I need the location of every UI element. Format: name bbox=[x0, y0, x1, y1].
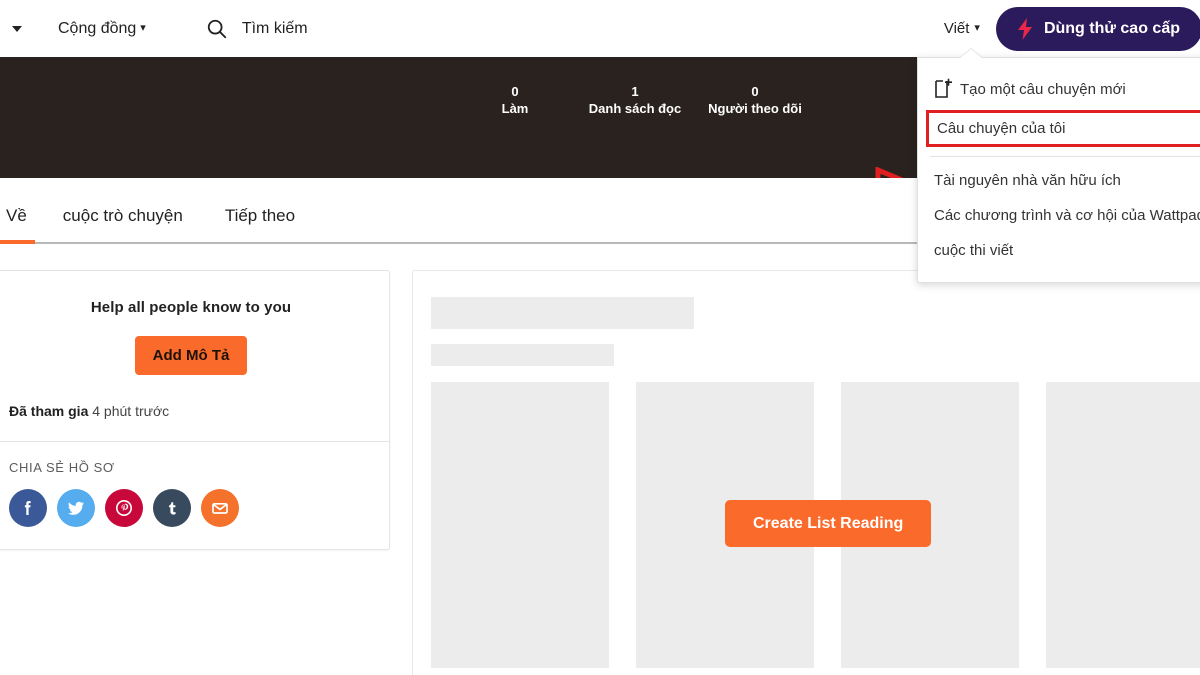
tab-following[interactable]: Tiếp theo bbox=[225, 206, 295, 242]
write-dropdown-menu: Tạo một câu chuyện mới Câu chuyện của tô… bbox=[917, 49, 1200, 283]
dropdown-divider bbox=[930, 156, 1200, 157]
pinterest-icon bbox=[116, 500, 132, 516]
nav-right-group: Viết ▾ Dùng thử cao cấp bbox=[944, 6, 1200, 51]
skeleton-cover-4 bbox=[1046, 382, 1200, 668]
nav-item-write[interactable]: Viết ▾ bbox=[944, 20, 980, 37]
chevron-down-icon: ▾ bbox=[140, 22, 146, 34]
menu-item-new-story[interactable]: Tạo một câu chuyện mới bbox=[918, 68, 1200, 108]
bolt-icon bbox=[1017, 17, 1032, 40]
tumblr-icon bbox=[169, 502, 176, 515]
menu-item-programs-opportunities[interactable]: Các chương trình và cơ hội của Wattpad bbox=[918, 198, 1200, 233]
about-card-top: Help all people know to you Add Mô Tả bbox=[0, 271, 389, 395]
dropdown-notch-icon bbox=[960, 49, 982, 58]
premium-trial-label: Dùng thử cao cấp bbox=[1043, 19, 1180, 37]
stat-reading-lists-value: 1 bbox=[631, 84, 639, 99]
new-page-plus-icon bbox=[935, 78, 952, 98]
skeleton-subtitle-block bbox=[431, 344, 614, 366]
reading-lists-card: Create List Reading bbox=[412, 270, 1200, 675]
share-email-button[interactable] bbox=[201, 489, 239, 527]
page-root: Cộng đồng ▾ Tìm kiếm Viết ▾ Dùng thử cao… bbox=[0, 0, 1200, 675]
share-profile-block: CHIA SẺ HỒ SƠ bbox=[0, 442, 389, 549]
twitter-icon bbox=[68, 501, 84, 515]
share-icon-list bbox=[9, 489, 373, 527]
menu-item-writing-contests[interactable]: cuộc thi viết bbox=[918, 233, 1200, 268]
stat-works-value: 0 bbox=[511, 84, 519, 99]
stat-reading-lists[interactable]: 1 Danh sách đọc bbox=[575, 83, 695, 117]
menu-item-my-stories-wrapper: Câu chuyện của tôi bbox=[926, 110, 1200, 147]
share-facebook-button[interactable] bbox=[9, 489, 47, 527]
chevron-down-icon: ▾ bbox=[974, 22, 980, 34]
stat-followers[interactable]: 0 Người theo dõi bbox=[695, 83, 815, 117]
tab-conversations[interactable]: cuộc trò chuyện bbox=[63, 206, 183, 242]
nav-community-label: Cộng đồng bbox=[58, 19, 137, 37]
profile-about-card: Help all people know to you Add Mô Tả Đã… bbox=[0, 270, 390, 550]
chevron-down-icon bbox=[12, 25, 22, 32]
share-twitter-button[interactable] bbox=[57, 489, 95, 527]
search-icon bbox=[207, 19, 226, 38]
joined-label: Đã tham gia bbox=[9, 403, 89, 419]
add-description-button[interactable]: Add Mô Tả bbox=[134, 336, 248, 375]
menu-item-new-story-label: Tạo một câu chuyện mới bbox=[960, 80, 1126, 98]
skeleton-title-block bbox=[431, 297, 694, 329]
stat-followers-label: Người theo dõi bbox=[708, 101, 802, 116]
nav-search-label: Tìm kiếm bbox=[241, 19, 308, 37]
share-pinterest-button[interactable] bbox=[105, 489, 143, 527]
menu-item-my-stories[interactable]: Câu chuyện của tôi bbox=[926, 110, 1200, 147]
stat-works-label: Làm bbox=[501, 101, 529, 116]
top-navigation-bar: Cộng đồng ▾ Tìm kiếm Viết ▾ Dùng thử cao… bbox=[0, 0, 1200, 57]
menu-item-writer-resources[interactable]: Tài nguyên nhà văn hữu ích bbox=[918, 163, 1200, 198]
nav-collapse-caret[interactable] bbox=[6, 18, 28, 40]
skeleton-cover-1 bbox=[431, 382, 609, 668]
profile-body: Help all people know to you Add Mô Tả Đã… bbox=[0, 246, 1200, 675]
tab-about[interactable]: Về bbox=[0, 206, 35, 244]
premium-trial-button[interactable]: Dùng thử cao cấp bbox=[995, 6, 1200, 51]
nav-item-search[interactable]: Tìm kiếm bbox=[206, 18, 308, 40]
share-tumblr-button[interactable] bbox=[153, 489, 191, 527]
stat-reading-lists-label: Danh sách đọc bbox=[588, 101, 682, 116]
email-icon bbox=[212, 502, 228, 514]
profile-stats: 0 Làm 1 Danh sách đọc 0 Người theo dõi bbox=[455, 83, 815, 117]
create-reading-list-button[interactable]: Create List Reading bbox=[725, 500, 932, 547]
stat-followers-value: 0 bbox=[751, 84, 759, 99]
nav-write-label: Viết bbox=[943, 20, 970, 37]
about-help-text: Help all people know to you bbox=[90, 299, 292, 316]
joined-row: Đã tham gia 4 phút trước bbox=[0, 395, 389, 441]
stat-works[interactable]: 0 Làm bbox=[455, 83, 575, 117]
share-profile-title: CHIA SẺ HỒ SƠ bbox=[9, 460, 115, 475]
facebook-icon bbox=[24, 501, 31, 515]
nav-item-community[interactable]: Cộng đồng ▾ bbox=[58, 20, 146, 38]
joined-value: 4 phút trước bbox=[92, 403, 170, 419]
